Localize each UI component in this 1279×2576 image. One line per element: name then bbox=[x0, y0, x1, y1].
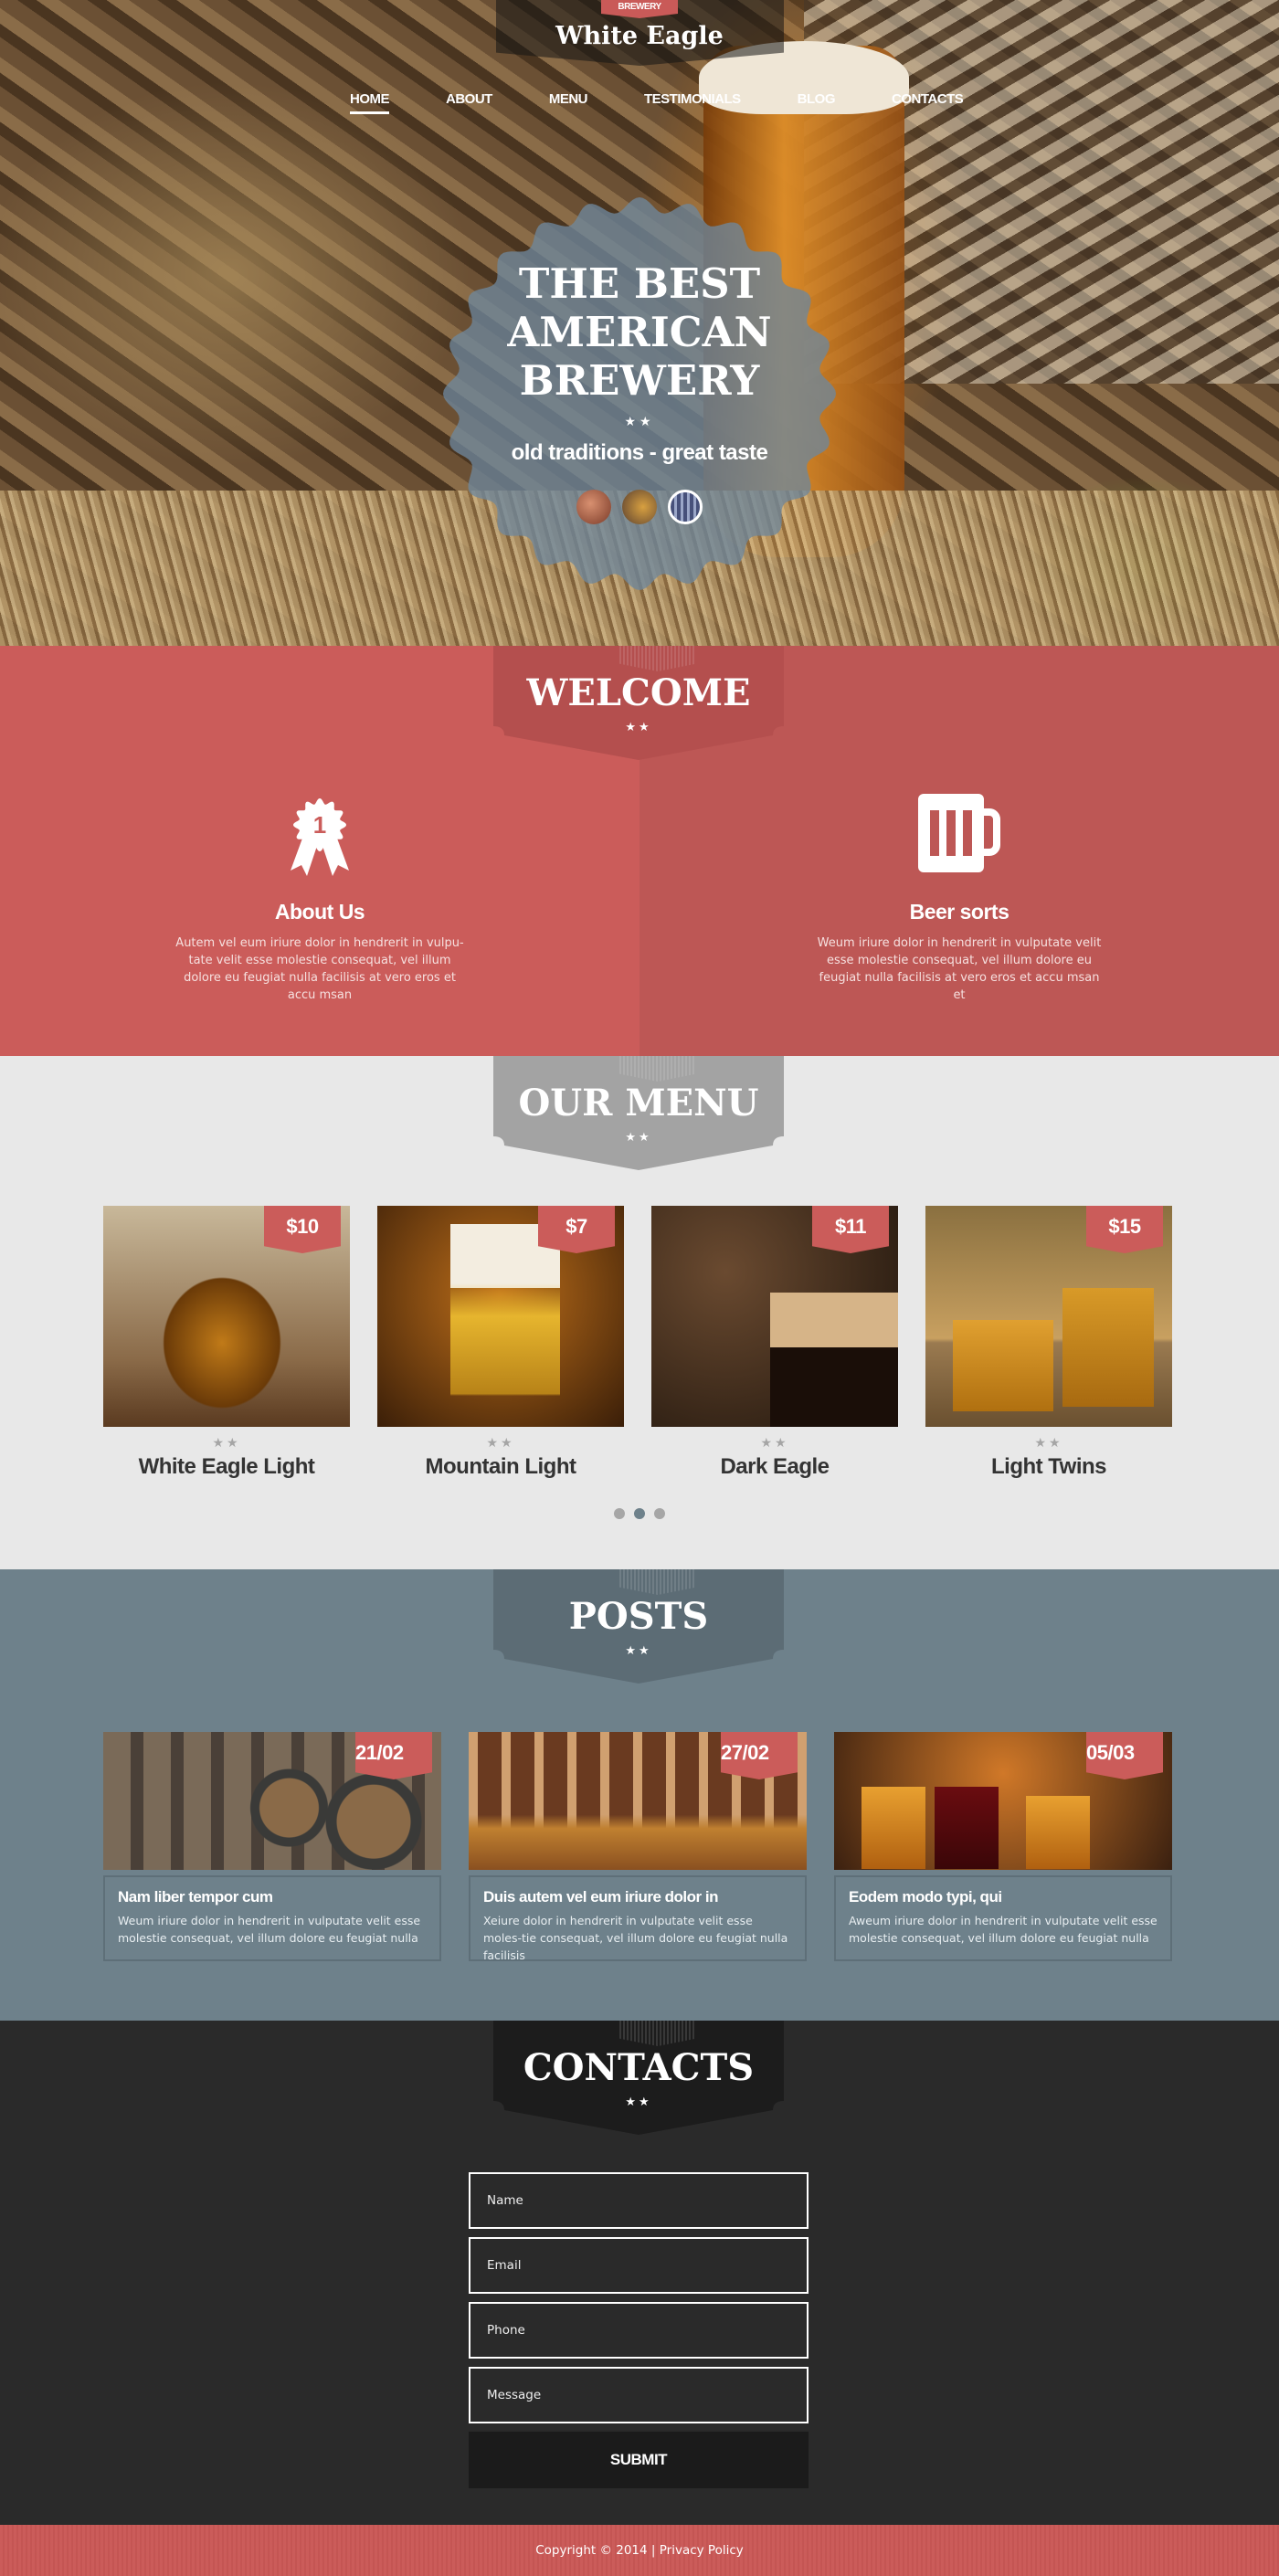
nav-home[interactable]: HOME bbox=[350, 91, 390, 114]
post-excerpt: Weum iriure dolor in hendrerit in vulput… bbox=[118, 1914, 421, 1945]
award-ribbon-icon: 1 bbox=[0, 792, 640, 879]
stars-icon: ★★ bbox=[625, 1644, 652, 1658]
post-body: Eodem modo typi, qui Aweum iriure dolor … bbox=[834, 1875, 1172, 1961]
footer: Copyright © 2014 | Privacy Policy bbox=[0, 2525, 1279, 2576]
date-badge: 21/02 bbox=[355, 1732, 432, 1779]
post-card[interactable]: 27/02 Duis autem vel eum iriure dolor in… bbox=[469, 1732, 807, 1962]
beer-image: $15 bbox=[925, 1206, 1172, 1427]
feature-title: Beer sorts bbox=[909, 900, 1009, 924]
hero-badge: THE BEST AMERICAN BREWERY ★★ old traditi… bbox=[441, 195, 838, 592]
post-body: Nam liber tempor cum Weum iriure dolor i… bbox=[103, 1875, 441, 1961]
rating-stars-icon: ★★ bbox=[486, 1436, 515, 1451]
brand-logo[interactable]: White Eagle bbox=[0, 22, 1279, 50]
stars-icon: ★★ bbox=[625, 721, 652, 734]
stars-icon: ★★ bbox=[625, 1131, 652, 1145]
beer-image: $11 bbox=[651, 1206, 898, 1427]
price-badge: $7 bbox=[538, 1206, 615, 1253]
post-list: 21/02 Nam liber tempor cum Weum iriure d… bbox=[103, 1732, 1172, 1962]
rating-stars-icon: ★★ bbox=[212, 1436, 241, 1451]
hero-tagline: old traditions - great taste bbox=[511, 440, 768, 465]
slide-thumb-3[interactable] bbox=[668, 490, 703, 524]
hero-title: THE BEST AMERICAN BREWERY bbox=[441, 259, 838, 405]
feature-text: Weum iriure dolor in hendrerit in vulput… bbox=[817, 936, 1102, 1002]
nav-menu[interactable]: MENU bbox=[549, 91, 588, 114]
submit-button[interactable]: SUBMIT bbox=[469, 2432, 809, 2488]
hero-title-line: THE BEST bbox=[518, 259, 761, 308]
price-badge: $11 bbox=[812, 1206, 889, 1253]
price-badge: $15 bbox=[1086, 1206, 1163, 1253]
name-field[interactable] bbox=[469, 2172, 809, 2229]
date-badge: 27/02 bbox=[721, 1732, 798, 1779]
slide-thumb-1[interactable] bbox=[576, 490, 611, 524]
nav-testimonials[interactable]: TESTIMONIALS bbox=[644, 91, 741, 114]
post-title[interactable]: Duis autem vel eum iriure dolor in bbox=[483, 1888, 792, 1906]
menu-cards: $10 ★★ White Eagle Light $7 ★★ Mountain … bbox=[103, 1206, 1172, 1480]
section-header: POSTS ★★ bbox=[493, 1569, 784, 1684]
pager-dot[interactable] bbox=[654, 1508, 665, 1519]
beer-image: $10 bbox=[103, 1206, 350, 1427]
hero-title-line: BREWERY bbox=[519, 356, 760, 405]
hero-stars-icon: ★★ bbox=[624, 415, 655, 429]
footer-separator: | bbox=[650, 2543, 656, 2558]
beer-name[interactable]: Dark Eagle bbox=[651, 1454, 898, 1480]
email-field[interactable] bbox=[469, 2237, 809, 2294]
feature-text: Autem vel eum iriure dolor in hendrerit … bbox=[175, 936, 464, 1002]
carousel-pager bbox=[0, 1508, 1279, 1519]
post-title[interactable]: Eodem modo typi, qui bbox=[849, 1888, 1157, 1906]
section-header: OUR MENU ★★ bbox=[493, 1056, 784, 1170]
nav-about[interactable]: ABOUT bbox=[446, 91, 492, 114]
post-image-barrels: 21/02 bbox=[103, 1732, 441, 1870]
pager-dot-active[interactable] bbox=[634, 1508, 645, 1519]
menu-card[interactable]: $11 ★★ Dark Eagle bbox=[651, 1206, 898, 1480]
slide-thumb-2[interactable] bbox=[622, 490, 657, 524]
stars-icon: ★★ bbox=[625, 2096, 652, 2109]
contact-form: SUBMIT bbox=[469, 2172, 809, 2488]
section-header: CONTACTS ★★ bbox=[493, 2021, 784, 2135]
slide-thumbnails bbox=[441, 490, 838, 524]
section-header: WELCOME ★★ bbox=[493, 646, 784, 760]
menu-card[interactable]: $7 ★★ Mountain Light bbox=[377, 1206, 624, 1480]
rating-stars-icon: ★★ bbox=[1034, 1436, 1063, 1451]
post-image-mugs: 05/03 bbox=[834, 1732, 1172, 1870]
menu-card[interactable]: $15 ★★ Light Twins bbox=[925, 1206, 1172, 1480]
welcome-section: WELCOME ★★ 1 About Us Autem vel eum iriu… bbox=[0, 646, 1279, 1056]
svg-text:1: 1 bbox=[313, 811, 326, 839]
message-field[interactable] bbox=[469, 2367, 809, 2423]
hero-title-line: AMERICAN bbox=[507, 308, 772, 356]
feature-title: About Us bbox=[274, 900, 365, 924]
hero-section: BREWERY White Eagle HOME ABOUT MENU TEST… bbox=[0, 0, 1279, 646]
beer-mug-icon bbox=[640, 792, 1279, 879]
rating-stars-icon: ★★ bbox=[760, 1436, 789, 1451]
beer-name[interactable]: White Eagle Light bbox=[103, 1454, 350, 1480]
section-title: CONTACTS bbox=[523, 2046, 755, 2089]
section-title: OUR MENU bbox=[518, 1082, 759, 1124]
price-badge: $10 bbox=[264, 1206, 341, 1253]
beer-name[interactable]: Light Twins bbox=[925, 1454, 1172, 1480]
post-image-taps: 27/02 bbox=[469, 1732, 807, 1870]
post-card[interactable]: 05/03 Eodem modo typi, qui Aweum iriure … bbox=[834, 1732, 1172, 1961]
post-body: Duis autem vel eum iriure dolor in Xeiur… bbox=[469, 1875, 807, 1962]
main-nav: HOME ABOUT MENU TESTIMONIALS BLOG CONTAC… bbox=[350, 91, 1020, 114]
post-title[interactable]: Nam liber tempor cum bbox=[118, 1888, 427, 1906]
beer-name[interactable]: Mountain Light bbox=[377, 1454, 624, 1480]
phone-field[interactable] bbox=[469, 2302, 809, 2359]
beer-image: $7 bbox=[377, 1206, 624, 1427]
nav-blog[interactable]: BLOG bbox=[798, 91, 836, 114]
post-card[interactable]: 21/02 Nam liber tempor cum Weum iriure d… bbox=[103, 1732, 441, 1961]
post-excerpt: Aweum iriure dolor in hendrerit in vulpu… bbox=[849, 1914, 1157, 1945]
contacts-section: CONTACTS ★★ SUBMIT bbox=[0, 2021, 1279, 2525]
posts-section: POSTS ★★ 21/02 Nam liber tempor cum Weum… bbox=[0, 1569, 1279, 2021]
pager-dot[interactable] bbox=[614, 1508, 625, 1519]
nav-contacts[interactable]: CONTACTS bbox=[892, 91, 964, 114]
copyright-text: Copyright © 2014 bbox=[535, 2543, 648, 2558]
section-title: POSTS bbox=[568, 1595, 709, 1638]
menu-card[interactable]: $10 ★★ White Eagle Light bbox=[103, 1206, 350, 1480]
privacy-policy-link[interactable]: Privacy Policy bbox=[660, 2543, 744, 2558]
post-excerpt: Xeiure dolor in hendrerit in vulputate v… bbox=[483, 1914, 788, 1962]
date-badge: 05/03 bbox=[1086, 1732, 1163, 1779]
section-title: WELCOME bbox=[526, 671, 751, 714]
menu-section: OUR MENU ★★ $10 ★★ White Eagle Light $7 … bbox=[0, 1056, 1279, 1569]
